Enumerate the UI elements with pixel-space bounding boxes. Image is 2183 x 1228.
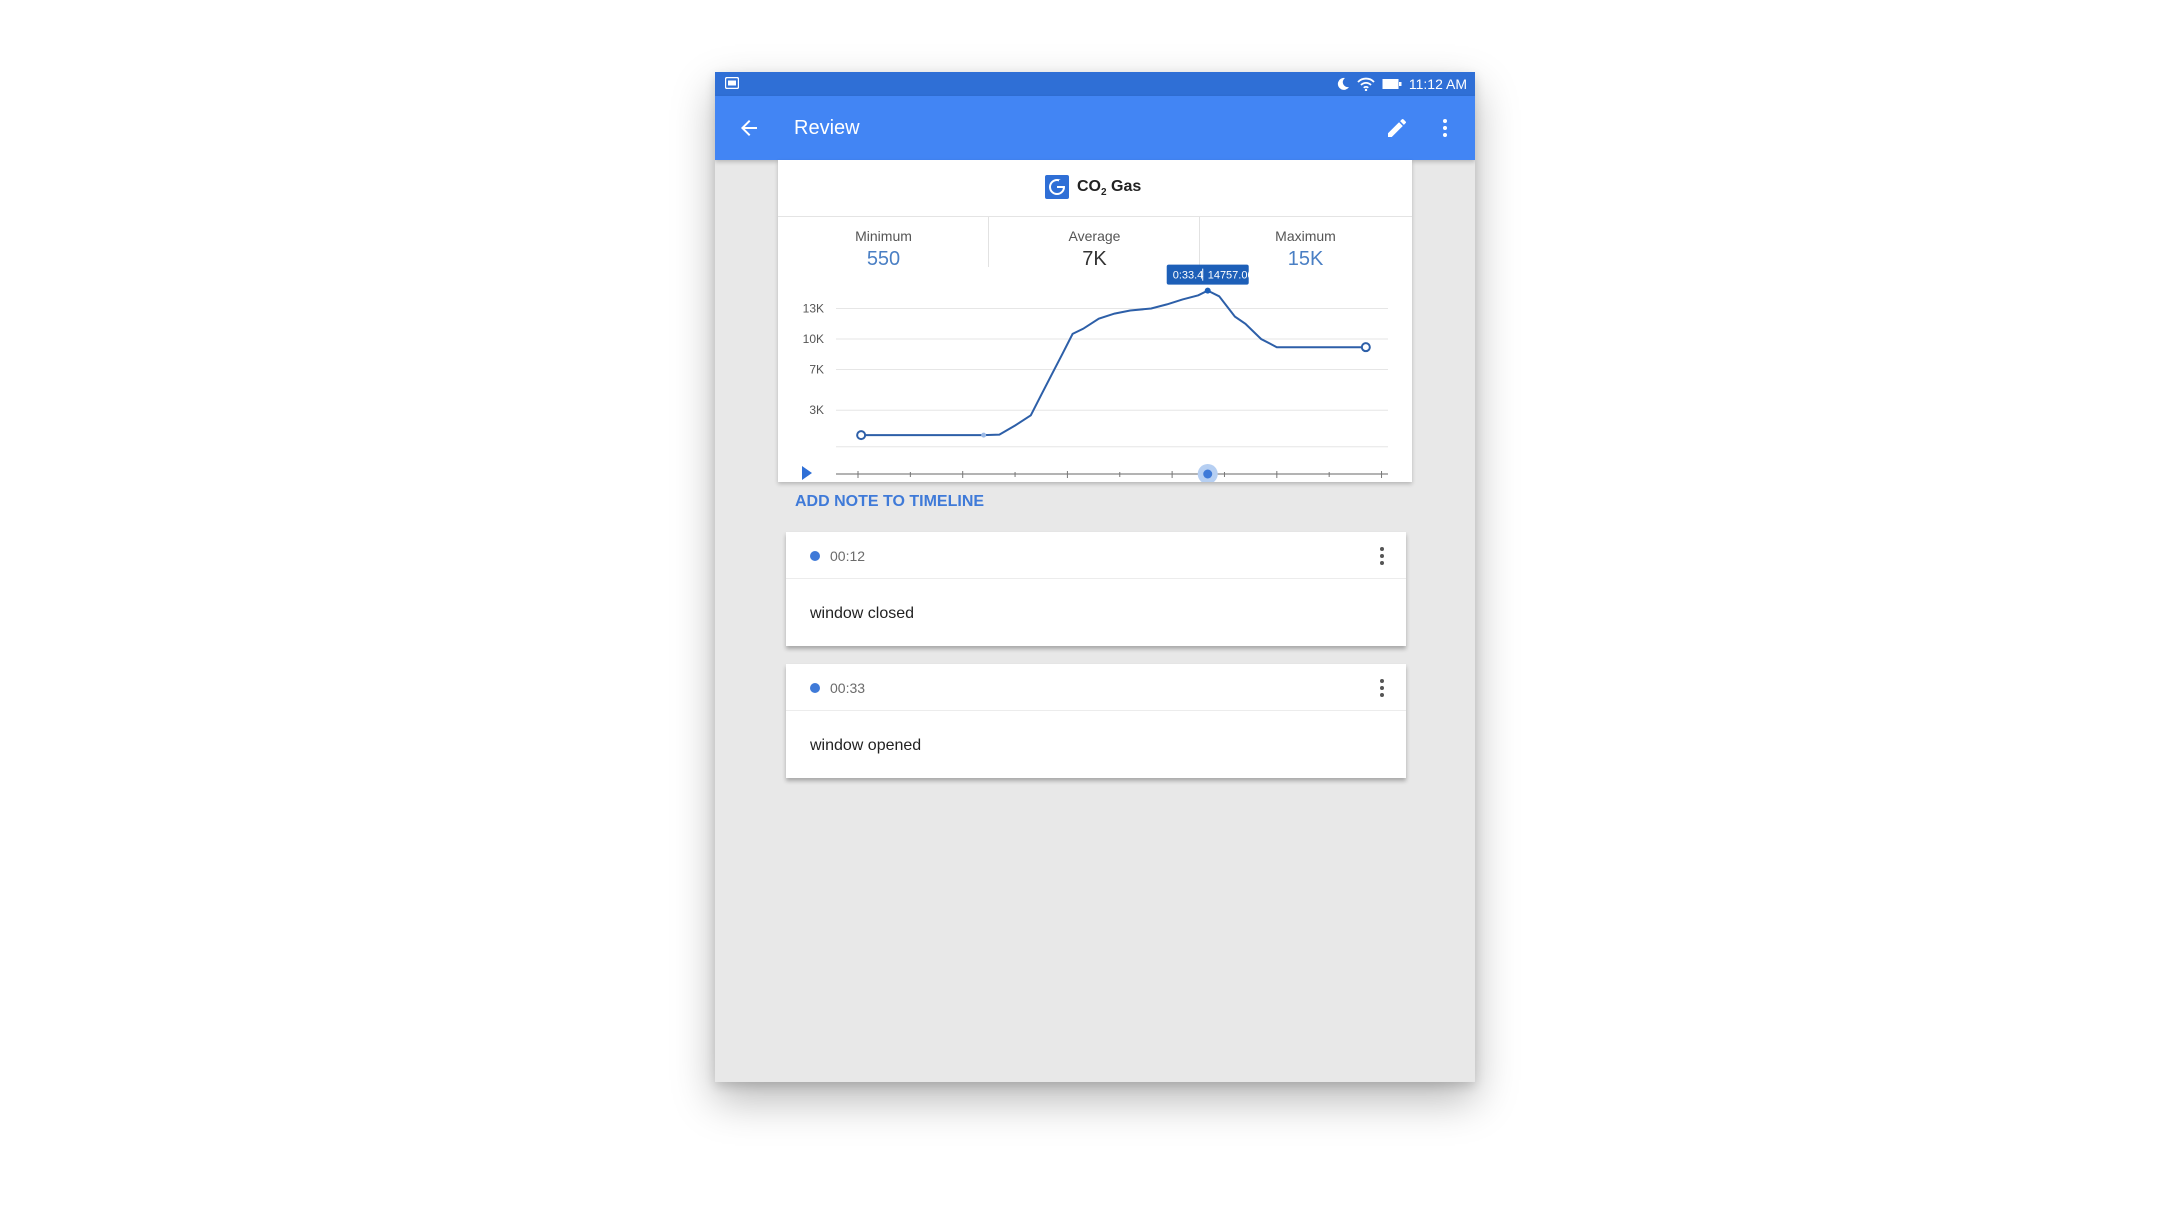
more-vert-icon[interactable]: [1433, 116, 1457, 140]
more-vert-icon[interactable]: [1370, 676, 1394, 700]
arrow-back-icon[interactable]: [737, 116, 761, 140]
co2-series-line: [861, 289, 1366, 437]
sensor-header: CO2 Gas: [778, 160, 1412, 217]
note-marker: [981, 432, 987, 438]
stat-label: Maximum: [1275, 228, 1336, 244]
note-header: 00:12: [786, 532, 1406, 579]
tooltip-value: 14757.00: [1208, 270, 1254, 282]
wifi-icon: [1357, 77, 1375, 91]
note-dot-icon: [810, 683, 820, 693]
app-bar: Review: [715, 96, 1475, 160]
timeline-scrubber[interactable]: [1203, 469, 1213, 479]
y-tick-label: 3K: [809, 403, 824, 417]
x-tick-label: 0:50: [1370, 481, 1394, 482]
note-text: window closed: [810, 605, 915, 622]
sensor-name-rest: Gas: [1106, 178, 1142, 195]
x-tick-label: 0:10: [951, 481, 975, 482]
y-tick-label: 10K: [803, 332, 824, 346]
note-timestamp[interactable]: 00:33: [830, 679, 865, 697]
x-tick-label: 0:30: [1160, 481, 1184, 482]
y-axis-ticks: 13K 10K 7K 3K: [803, 302, 824, 418]
selected-point-marker: [1204, 287, 1211, 294]
note-dot-icon: [810, 551, 820, 561]
y-tick-label: 7K: [809, 363, 824, 377]
start-point-marker: [856, 430, 867, 441]
co2-sensor-icon: [1045, 175, 1069, 199]
page-title: Review: [794, 117, 860, 139]
play-icon[interactable]: [802, 466, 812, 480]
chart-markers: [856, 287, 1371, 441]
moon-icon: [1337, 77, 1349, 90]
sensor-name-main: CO: [1077, 178, 1101, 195]
status-bar: 11:12 AM: [715, 72, 1475, 96]
gallery-notification-icon: [725, 77, 739, 89]
co2-line-chart[interactable]: 13K 10K 7K 3K 0:00 0:10 0:20 0:30 0:40 0:50 0:33…: [778, 260, 1412, 482]
device-screen: 11:12 AM Review CO2 Gas Minimum 550 Aver…: [715, 72, 1475, 1082]
tooltip-time: 0:33.4: [1173, 270, 1204, 282]
more-vert-icon[interactable]: [1370, 544, 1394, 568]
pencil-icon[interactable]: [1385, 116, 1409, 140]
status-time: 11:12 AM: [1408, 76, 1467, 92]
note-card[interactable]: 00:33 window opened: [786, 664, 1406, 778]
note-text: window opened: [810, 737, 922, 754]
note-card[interactable]: 00:12 window closed: [786, 532, 1406, 646]
sensor-title: CO2 Gas: [1077, 177, 1141, 203]
y-tick-label: 13K: [803, 302, 824, 316]
x-tick-label: 0:40: [1265, 481, 1289, 482]
x-axis-ticks: 0:00 0:10 0:20 0:30 0:40 0:50: [846, 471, 1394, 482]
note-header: 00:33: [786, 664, 1406, 711]
x-tick-label: 0:20: [1056, 481, 1080, 482]
end-point-marker: [1360, 342, 1371, 353]
battery-icon: [1382, 79, 1402, 89]
sensor-chart-card: CO2 Gas Minimum 550 Average 7K Maximum 1…: [778, 160, 1412, 482]
x-tick-label: 0:00: [846, 481, 870, 482]
stat-label: Average: [1068, 228, 1121, 244]
chart-grid: [836, 308, 1388, 448]
note-timestamp[interactable]: 00:12: [830, 547, 865, 565]
value-tooltip: 0:33.4 14757.00: [1166, 264, 1254, 285]
stat-label: Minimum: [855, 228, 912, 244]
add-note-button[interactable]: ADD NOTE TO TIMELINE: [795, 492, 984, 512]
